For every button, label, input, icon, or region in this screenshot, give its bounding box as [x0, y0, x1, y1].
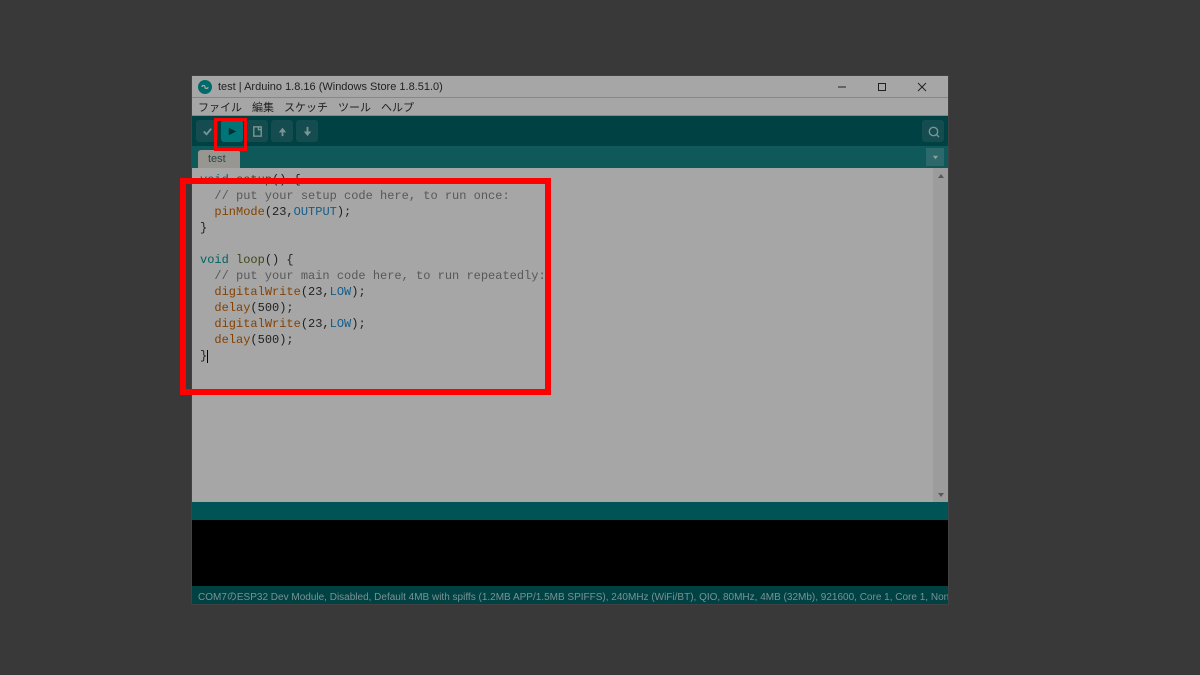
toolbar [192, 116, 948, 146]
code-text: (500); [250, 333, 293, 347]
function-call: delay [214, 301, 250, 315]
maximize-button[interactable] [862, 76, 902, 98]
sketch-tab[interactable]: test [198, 150, 240, 168]
text-cursor [207, 350, 208, 363]
function-call: digitalWrite [214, 317, 300, 331]
keyword: void [200, 253, 229, 267]
open-sketch-button[interactable] [271, 120, 293, 142]
message-bar [192, 502, 948, 520]
code-text [200, 205, 214, 219]
constant: OUTPUT [294, 205, 337, 219]
menubar: ファイル 編集 スケッチ ツール ヘルプ [192, 98, 948, 116]
code-text: } [200, 349, 207, 363]
serial-monitor-button[interactable] [922, 120, 944, 142]
vertical-scrollbar[interactable] [933, 168, 948, 502]
statusbar: COM7のESP32 Dev Module, Disabled, Default… [192, 586, 948, 604]
tab-menu-button[interactable] [926, 148, 944, 166]
verify-button[interactable] [196, 120, 218, 142]
function-name: loop [236, 253, 265, 267]
menu-sketch[interactable]: スケッチ [284, 99, 328, 115]
keyword: void [200, 173, 229, 187]
code-text [200, 301, 214, 315]
code-text: ); [351, 317, 365, 331]
comment: // put your main code here, to run repea… [200, 269, 546, 283]
code-text: (500); [250, 301, 293, 315]
scroll-down-icon[interactable] [933, 487, 948, 502]
menu-help[interactable]: ヘルプ [381, 99, 414, 115]
code-text: (23, [301, 285, 330, 299]
code-text [200, 333, 214, 347]
tabstrip: test [192, 146, 948, 168]
menu-file[interactable]: ファイル [198, 99, 242, 115]
code-text: () { [272, 173, 301, 187]
code-text: (23, [301, 317, 330, 331]
code-editor[interactable]: void setup() { // put your setup code he… [192, 168, 948, 502]
code-text: ); [351, 285, 365, 299]
code-text: ); [337, 205, 351, 219]
arduino-logo-icon [198, 80, 212, 94]
function-call: pinMode [214, 205, 264, 219]
code-text [200, 285, 214, 299]
code-text: (23, [265, 205, 294, 219]
code-text: } [200, 221, 207, 235]
code-text [200, 317, 214, 331]
window-title: test | Arduino 1.8.16 (Windows Store 1.8… [218, 81, 822, 93]
close-button[interactable] [902, 76, 942, 98]
upload-button[interactable] [221, 120, 243, 142]
new-sketch-button[interactable] [246, 120, 268, 142]
scroll-up-icon[interactable] [933, 168, 948, 183]
window-controls [822, 76, 942, 98]
function-call: delay [214, 333, 250, 347]
titlebar: test | Arduino 1.8.16 (Windows Store 1.8… [192, 76, 948, 98]
save-sketch-button[interactable] [296, 120, 318, 142]
function-name: setup [236, 173, 272, 187]
menu-edit[interactable]: 編集 [252, 99, 274, 115]
minimize-button[interactable] [822, 76, 862, 98]
arduino-ide-window: test | Arduino 1.8.16 (Windows Store 1.8… [191, 75, 949, 605]
constant: LOW [330, 317, 352, 331]
code-text: () { [265, 253, 294, 267]
function-call: digitalWrite [214, 285, 300, 299]
editor-area: void setup() { // put your setup code he… [192, 168, 948, 502]
board-info: COM7のESP32 Dev Module, Disabled, Default… [198, 588, 948, 603]
console-output[interactable] [192, 520, 948, 586]
menu-tools[interactable]: ツール [338, 99, 371, 115]
comment: // put your setup code here, to run once… [200, 189, 510, 203]
constant: LOW [330, 285, 352, 299]
